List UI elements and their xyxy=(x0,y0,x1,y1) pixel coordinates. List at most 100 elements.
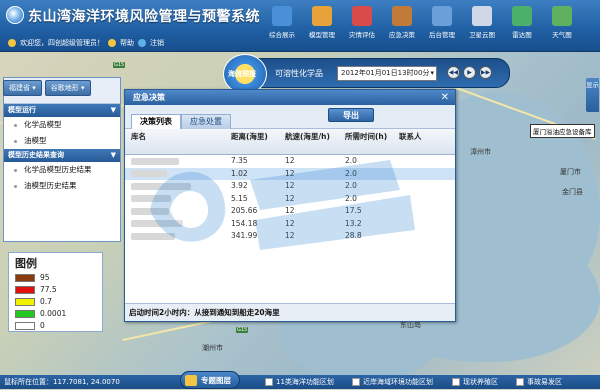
checkbox-icon[interactable] xyxy=(516,378,524,386)
contact-cell xyxy=(397,193,453,206)
section-history[interactable]: 模型历史结果查询 ▼ xyxy=(4,149,120,162)
badge-label: 海流预报 xyxy=(228,70,256,78)
layer-checkbox[interactable]: 事故易发区 xyxy=(516,375,562,389)
speed-cell: 12 xyxy=(285,218,295,228)
table-row[interactable]: 7.35 12 2.0 xyxy=(125,155,455,168)
distance-cell: 3.92 xyxy=(231,181,248,190)
dialog-footer-note: 启动时间2小时内：从接到通知到船走20海里 xyxy=(125,303,455,321)
cursor-coordinates: 鼠标所在位置：117.7081, 24.0070 xyxy=(4,378,120,386)
rewind-button[interactable]: ◀◀ xyxy=(447,66,460,79)
nav-item[interactable]: 雷达图 xyxy=(502,3,542,47)
nav-item[interactable]: 后台管理 xyxy=(422,3,462,47)
layers-label: 专题图层 xyxy=(201,376,231,385)
layer-checkbox[interactable]: 近岸海域环境功能区划 xyxy=(352,375,433,389)
contact-cell xyxy=(397,218,453,231)
map-icon xyxy=(552,6,572,26)
tab-emergency-handling[interactable]: 应急处置 xyxy=(181,114,231,129)
legend-label: 0 xyxy=(40,321,45,330)
column-header[interactable]: 距离(海里) xyxy=(229,129,283,154)
main-nav: 综合展示 模型管理 灾情评估 应急决策 后台管理 卫星云图 雷达图 天气图 xyxy=(262,3,582,47)
play-button[interactable]: ▶ xyxy=(463,66,476,79)
speed-cell: 12 xyxy=(285,231,295,240)
layer-checkbox[interactable]: 11类海洋功能区划 xyxy=(265,375,334,389)
menu-oil-history[interactable]: 油模型历史结果 xyxy=(4,178,120,194)
close-icon[interactable]: ✕ xyxy=(441,90,449,105)
redacted-text xyxy=(131,195,171,202)
table-row[interactable]: 341.99 12 28.8 xyxy=(125,230,455,243)
redacted-text xyxy=(131,232,175,240)
distance-cell: 5.15 xyxy=(231,193,248,203)
legend-entry: 77.5 xyxy=(15,285,57,294)
time-cell: 17.5 xyxy=(345,206,362,215)
checkbox-icon[interactable] xyxy=(352,378,360,386)
legend-label: 77.5 xyxy=(40,285,57,294)
table-row[interactable]: 205.66 12 17.5 xyxy=(125,205,455,218)
dialog-title: 应急决策 xyxy=(133,93,165,102)
basemap-select[interactable]: 谷歌地形 ▾ xyxy=(44,80,91,96)
left-top-buttons: 福建省 ▾ 谷歌地形 ▾ xyxy=(3,80,91,96)
legend-title: 图例 xyxy=(15,257,37,270)
display-icon xyxy=(272,6,292,26)
thematic-layers-button[interactable]: 专题图层 xyxy=(180,371,240,389)
section-model-run[interactable]: 模型运行 ▼ xyxy=(4,104,120,117)
dialog-title-bar[interactable]: 应急决策 ✕ xyxy=(125,90,455,105)
help-link[interactable]: 帮助 xyxy=(120,38,134,48)
export-button[interactable]: 导出 xyxy=(328,108,374,122)
folder-icon xyxy=(312,6,332,26)
menu-chemical-model[interactable]: 化学品模型 xyxy=(4,117,120,133)
emergency-decision-dialog: 应急决策 ✕ 决策列表 应急处置 导出 库名 距离(海里) 航速(海里/h) 所… xyxy=(124,89,456,322)
distance-cell: 7.35 xyxy=(231,156,248,165)
logout-icon xyxy=(138,39,146,47)
pollutant-label: 可溶性化学品 xyxy=(275,69,323,78)
table-row[interactable]: 5.15 12 2.0 xyxy=(125,193,455,206)
nav-label: 卫星云图 xyxy=(469,31,495,39)
section-title: 模型历史结果查询 xyxy=(8,151,64,159)
welcome-bar: 欢迎您，四创超级管理员！ 帮助 注销 xyxy=(8,38,164,48)
right-panel-toggle[interactable]: 显示 xyxy=(586,78,599,112)
city-label: 金门县 xyxy=(562,188,583,196)
table-row[interactable]: 154.18 12 13.2 xyxy=(125,218,455,231)
chevron-down-icon: ▼ xyxy=(110,151,116,159)
depot-name-cell xyxy=(125,155,229,168)
nav-item[interactable]: 卫星云图 xyxy=(462,3,502,47)
datetime-select[interactable]: 2012年01月01日13时00分 ▾ xyxy=(337,66,437,81)
section-title: 模型运行 xyxy=(8,106,36,114)
time-cell: 2.0 xyxy=(345,181,357,190)
current-forecast-badge[interactable]: 海流预报 xyxy=(223,54,267,94)
nav-item[interactable]: 灾情评估 xyxy=(342,3,382,47)
nav-item[interactable]: 模型管理 xyxy=(302,3,342,47)
checkbox-icon[interactable] xyxy=(265,378,273,386)
radar-icon xyxy=(512,6,532,26)
speed-cell: 12 xyxy=(285,156,295,165)
redacted-text xyxy=(131,170,167,177)
checkbox-label: 11类海洋功能区划 xyxy=(276,378,334,386)
column-header[interactable]: 联系人 xyxy=(397,129,453,154)
nav-label: 天气图 xyxy=(552,31,572,39)
fast-forward-button[interactable]: ▶▶ xyxy=(479,66,492,79)
column-header[interactable]: 库名 xyxy=(125,129,229,154)
nav-item[interactable]: 应急决策 xyxy=(382,3,422,47)
redacted-text xyxy=(131,220,183,227)
table-row[interactable]: 1.02 12 2.0 xyxy=(125,167,455,180)
legend-entry: 0.7 xyxy=(15,297,52,306)
legend-swatch xyxy=(15,273,35,282)
menu-chemical-history[interactable]: 化学品模型历史结果 xyxy=(4,162,120,178)
status-bar: 鼠标所在位置：117.7081, 24.0070 专题图层 11类海洋功能区划 … xyxy=(0,371,600,389)
province-select[interactable]: 福建省 ▾ xyxy=(3,80,42,96)
nav-item[interactable]: 天气图 xyxy=(542,3,582,47)
layer-checkbox[interactable]: 现状养殖区 xyxy=(452,375,498,389)
welcome-text: 欢迎您，四创超级管理员！ xyxy=(20,39,104,47)
column-header[interactable]: 所需时间(h) xyxy=(343,129,397,154)
menu-oil-model[interactable]: 油模型 xyxy=(4,133,120,149)
column-header[interactable]: 航速(海里/h) xyxy=(283,129,343,154)
time-cell: 2.0 xyxy=(345,168,357,178)
legend-swatch xyxy=(15,285,35,294)
checkbox-icon[interactable] xyxy=(452,378,460,386)
tab-decision-list[interactable]: 决策列表 xyxy=(131,114,181,129)
depot-name-cell xyxy=(125,193,229,206)
computer-icon xyxy=(432,6,452,26)
logout-link[interactable]: 注销 xyxy=(150,38,164,48)
nav-item[interactable]: 综合展示 xyxy=(262,3,302,47)
table-row[interactable]: 3.92 12 2.0 xyxy=(125,180,455,193)
checkbox-label: 事故易发区 xyxy=(527,378,562,386)
